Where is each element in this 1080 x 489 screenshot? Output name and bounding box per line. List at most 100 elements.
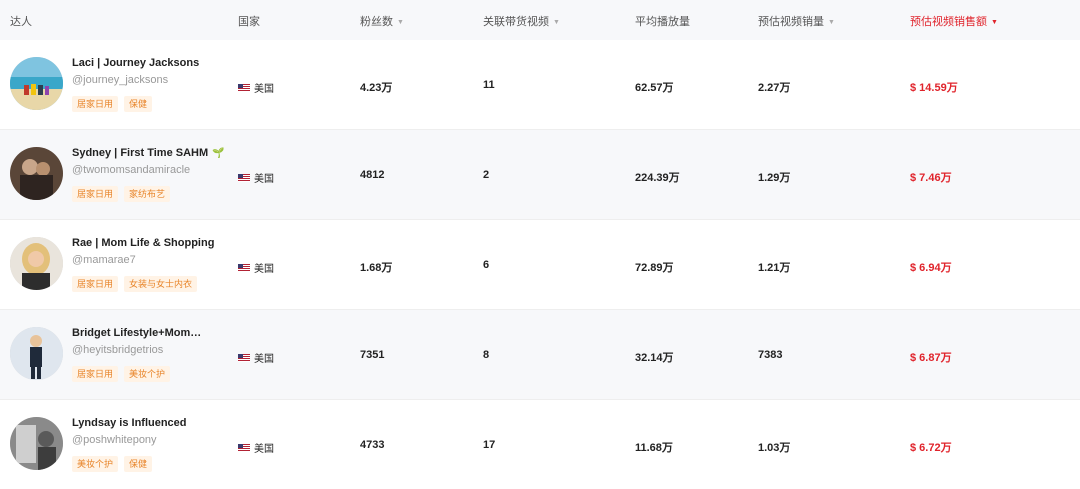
sort-caret-icon[interactable]: ▼	[828, 16, 835, 30]
country-label: 美国	[254, 174, 274, 185]
country-label: 美国	[254, 264, 274, 275]
avatar[interactable]	[10, 147, 63, 200]
country-cell: 美国	[238, 350, 274, 365]
followers-value: 4.23万	[360, 82, 393, 94]
est-revenue-value: $ 6.94万	[910, 262, 952, 274]
est-revenue-value: $ 6.87万	[910, 352, 952, 364]
category-tag: 女装与女士内衣	[124, 276, 198, 292]
column-header-followers-label: 粉丝数	[360, 16, 393, 28]
creator-name[interactable]: Bridget Lifestyle+Mom…	[72, 327, 201, 339]
creator-name[interactable]: Rae | Mom Life & Shopping	[72, 237, 214, 249]
avatar[interactable]	[10, 237, 63, 290]
table-row[interactable]: Rae | Mom Life & Shopping @mamarae7 居家日用…	[0, 220, 1080, 310]
avg-views-value: 62.57万	[635, 82, 674, 94]
category-tags: 居家日用 美妆个护	[72, 364, 176, 382]
table-row[interactable]: Laci | Journey Jacksons @journey_jackson…	[0, 40, 1080, 130]
avg-views-value: 224.39万	[635, 172, 680, 184]
category-tag: 居家日用	[72, 366, 119, 382]
followers-value: 4733	[360, 439, 385, 451]
linked-videos-value: 11	[483, 79, 495, 91]
avg-views-value: 32.14万	[635, 352, 674, 364]
est-sales-value: 2.27万	[758, 82, 791, 94]
followers-value: 7351	[360, 349, 385, 361]
est-revenue-value: $ 6.72万	[910, 442, 952, 454]
creator-handle: @twomomsandamiracle	[72, 164, 191, 176]
country-cell: 美国	[238, 80, 274, 95]
sort-caret-icon[interactable]: ▼	[397, 16, 404, 30]
country-cell: 美国	[238, 260, 274, 275]
table-row[interactable]: Bridget Lifestyle+Mom… @heyitsbridgetrio…	[0, 310, 1080, 400]
est-sales-value: 1.29万	[758, 172, 791, 184]
column-header-country: 国家	[238, 15, 260, 29]
est-revenue-value: $ 14.59万	[910, 82, 958, 94]
column-header-est-video-sales-label: 预估视频销量	[758, 16, 824, 28]
country-cell: 美国	[238, 170, 274, 185]
sprout-emoji-icon: 🌱	[212, 148, 225, 159]
column-header-followers[interactable]: 粉丝数 ▼	[360, 15, 404, 29]
avatar[interactable]	[10, 327, 63, 380]
creator-handle: @mamarae7	[72, 254, 136, 266]
creator-handle: @poshwhitepony	[72, 434, 157, 446]
category-tags: 居家日用 家纺布艺	[72, 184, 176, 202]
column-header-est-video-revenue-label: 预估视频销售额	[910, 16, 987, 28]
category-tags: 美妆个护 保健	[72, 454, 158, 472]
table-header: 达人 国家 粉丝数 ▼ 关联带货视频 ▼ 平均播放量 预估视频销量 ▼ 预估视频销售额…	[0, 0, 1080, 40]
sort-caret-active-icon[interactable]: ▼	[991, 16, 998, 30]
column-header-est-video-sales[interactable]: 预估视频销量 ▼	[758, 15, 835, 29]
linked-videos-value: 17	[483, 439, 496, 451]
country-label: 美国	[254, 354, 274, 365]
column-header-creator-label: 达人	[10, 16, 32, 28]
followers-value: 1.68万	[360, 262, 393, 274]
avatar-beach-family-image	[10, 57, 63, 110]
category-tags: 居家日用 女装与女士内衣	[72, 274, 203, 292]
followers-value: 4812	[360, 169, 385, 181]
category-tags: 居家日用 保健	[72, 94, 158, 112]
category-tag: 家纺布艺	[124, 186, 171, 202]
us-flag-icon	[238, 353, 250, 362]
avatar-couple-image	[10, 147, 63, 200]
avatar-grayscale-image	[10, 417, 63, 470]
country-label: 美国	[254, 444, 274, 455]
sort-caret-icon[interactable]: ▼	[553, 16, 560, 30]
avg-views-value: 72.89万	[635, 262, 674, 274]
category-tag: 保健	[124, 456, 153, 472]
category-tag: 居家日用	[72, 186, 119, 202]
column-header-avg-views-label: 平均播放量	[635, 16, 690, 28]
avatar[interactable]	[10, 57, 63, 110]
category-tag: 居家日用	[72, 276, 119, 292]
column-header-country-label: 国家	[238, 16, 260, 28]
table-row[interactable]: Sydney | First Time SAHM 🌱 @twomomsandami…	[0, 130, 1080, 220]
column-header-avg-views: 平均播放量	[635, 15, 690, 29]
us-flag-icon	[238, 263, 250, 272]
avatar[interactable]	[10, 417, 63, 470]
creator-name[interactable]: Sydney | First Time SAHM 🌱	[72, 147, 225, 159]
us-flag-icon	[238, 173, 250, 182]
creator-name-text: Sydney | First Time SAHM	[72, 147, 209, 159]
est-sales-value: 7383	[758, 349, 783, 361]
column-header-linked-videos-label: 关联带货视频	[483, 16, 549, 28]
us-flag-icon	[238, 443, 250, 452]
linked-videos-value: 8	[483, 349, 490, 361]
linked-videos-value: 2	[483, 169, 490, 181]
est-sales-value: 1.03万	[758, 442, 791, 454]
avatar-woman-standing-image	[10, 327, 63, 380]
country-cell: 美国	[238, 440, 274, 455]
avatar-blonde-woman-image	[10, 237, 63, 290]
us-flag-icon	[238, 83, 250, 92]
category-tag: 美妆个护	[72, 456, 119, 472]
creator-ranking-table: 达人 国家 粉丝数 ▼ 关联带货视频 ▼ 平均播放量 预估视频销量 ▼ 预估视频销售额…	[0, 0, 1080, 489]
creator-name[interactable]: Lyndsay is Influenced	[72, 417, 187, 429]
est-sales-value: 1.21万	[758, 262, 791, 274]
category-tag: 居家日用	[72, 96, 119, 112]
country-label: 美国	[254, 84, 274, 95]
creator-name[interactable]: Laci | Journey Jacksons	[72, 57, 199, 69]
linked-videos-value: 6	[483, 259, 490, 271]
est-revenue-value: $ 7.46万	[910, 172, 952, 184]
creator-handle: @heyitsbridgetrios	[72, 344, 164, 356]
creator-handle: @journey_jacksons	[72, 74, 169, 86]
category-tag: 保健	[124, 96, 153, 112]
column-header-est-video-revenue[interactable]: 预估视频销售额 ▼	[910, 15, 998, 29]
column-header-creator: 达人	[10, 15, 32, 29]
column-header-linked-videos[interactable]: 关联带货视频 ▼	[483, 15, 560, 29]
table-row[interactable]: Lyndsay is Influenced @poshwhitepony 美妆个…	[0, 400, 1080, 489]
